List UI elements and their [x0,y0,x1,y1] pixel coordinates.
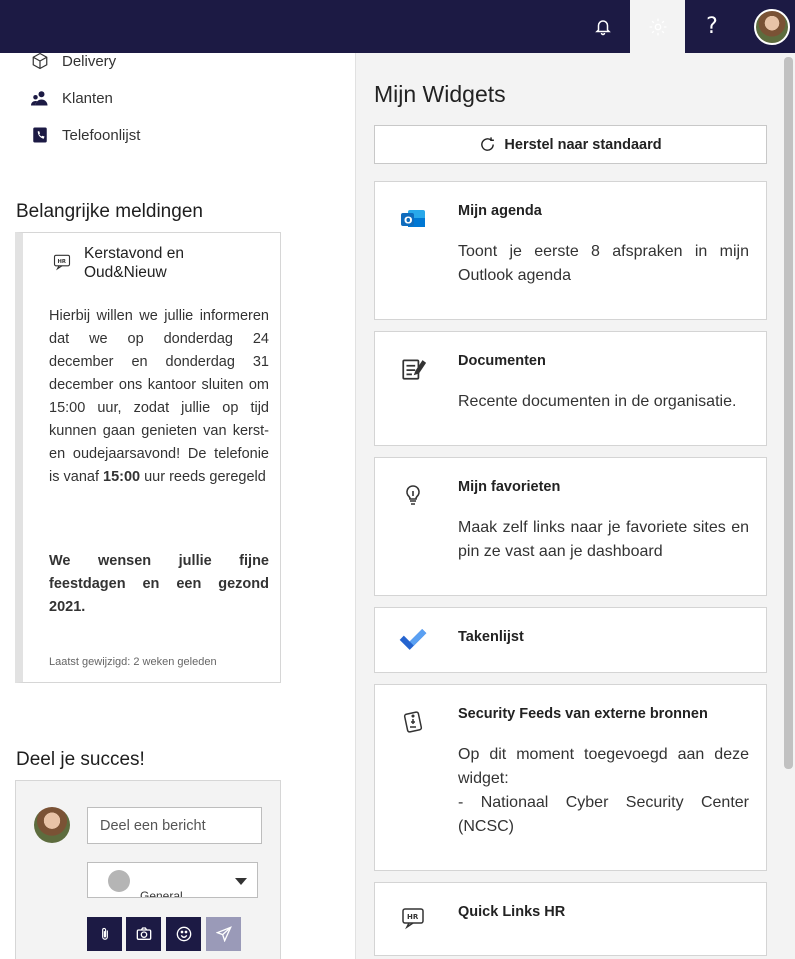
gear-icon [649,18,666,35]
nav-item-klanten[interactable]: Klanten [30,88,113,108]
bell-icon [595,19,611,35]
channel-select-value: General [140,889,183,898]
nav-item-label: Telefoonlijst [62,126,141,144]
notices-title: Belangrijke meldingen [16,201,203,222]
reset-default-button[interactable]: Herstel naar standaard [374,125,767,164]
svg-text:O: O [404,216,413,227]
notice-card[interactable]: HR Kerstavond en Oud&Nieuw Hierbij wille… [15,232,281,683]
notice-body: Hierbij willen we jullie informeren dat … [49,308,269,485]
widget-title: Quick Links HR [458,904,566,920]
photo-button[interactable] [126,917,161,951]
help-button[interactable]: ? [686,0,738,53]
widget-takenlijst[interactable]: Takenlijst [374,607,767,673]
widget-documenten[interactable]: Documenten Recente documenten in de orga… [374,331,767,446]
share-title: Deel je succes! [16,749,145,770]
document-edit-icon [398,354,428,384]
left-column: Delivery Klanten Telefoonlijst Belangrij… [0,53,355,959]
notifications-button[interactable] [577,0,629,53]
attach-button[interactable] [87,917,122,951]
avatar [34,807,70,843]
notice-title: Kerstavond en Oud&Nieuw [84,245,184,281]
widget-description: Recente documenten in de organisatie. [458,393,737,410]
svg-text:HR: HR [407,913,419,921]
lightbulb-icon [398,480,428,510]
user-avatar [753,8,790,45]
widget-title: Takenlijst [458,629,524,645]
widget-title: Mijn agenda [458,203,542,219]
hr-chat-icon: HR [53,253,71,276]
send-button[interactable] [206,917,241,951]
box-icon [30,51,50,71]
widgets-panel: Mijn Widgets Herstel naar standaard O Mi… [355,53,795,959]
nav-item-label: Klanten [62,89,113,107]
panel-title: Mijn Widgets [374,81,506,107]
notice-footer: Laatst gewijzigd: 2 weken geleden [49,656,217,668]
share-card: General [15,780,281,959]
emoji-button[interactable] [166,917,201,951]
todo-check-icon [398,624,428,654]
person-icon [108,870,130,892]
svg-text:HR: HR [58,259,66,265]
widget-mijn-favorieten[interactable]: Mijn favorieten Maak zelf links naar je … [374,457,767,596]
refresh-icon [479,136,496,153]
chevron-down-icon [235,878,247,885]
widget-description: Toont je eerste 8 afspraken in mijn Outl… [458,243,749,284]
widget-title: Documenten [458,353,546,369]
widget-security-feeds[interactable]: Security Feeds van externe bronnen Op di… [374,684,767,871]
security-feed-icon [398,707,428,737]
widget-title: Mijn favorieten [458,479,561,495]
widget-quick-links-hr[interactable]: HR Quick Links HR [374,882,767,956]
user-avatar-button[interactable] [748,0,795,53]
nav-item-telefoonlijst[interactable]: Telefoonlijst [30,125,140,145]
phonebook-icon [30,125,50,145]
smiley-icon [176,926,191,942]
widget-title: Security Feeds van externe bronnen [458,706,708,722]
channel-select[interactable]: General [87,862,258,898]
top-bar: ? [0,0,795,53]
widget-description: Maak zelf links naar je favoriete sites … [458,519,749,560]
widget-description: Op dit moment toegevoegd aan deze widget… [458,746,749,835]
panel-scrollbar[interactable] [784,57,793,769]
users-icon [30,88,50,108]
widget-mijn-agenda[interactable]: O Mijn agenda Toont je eerste 8 afsprake… [374,181,767,320]
camera-icon [136,927,151,940]
notice-wish: We wensen jullie fijne feestdagen en een… [49,553,269,615]
outlook-icon: O [398,204,428,234]
nav-item-label: Delivery [62,52,117,70]
send-icon [215,926,232,942]
paperclip-icon [101,927,108,940]
nav-item-delivery[interactable]: Delivery [30,51,116,71]
hr-chat-icon: HR [398,903,428,933]
reset-default-label: Herstel naar standaard [504,136,662,153]
share-message-input[interactable] [87,807,262,844]
settings-button[interactable] [630,0,685,53]
